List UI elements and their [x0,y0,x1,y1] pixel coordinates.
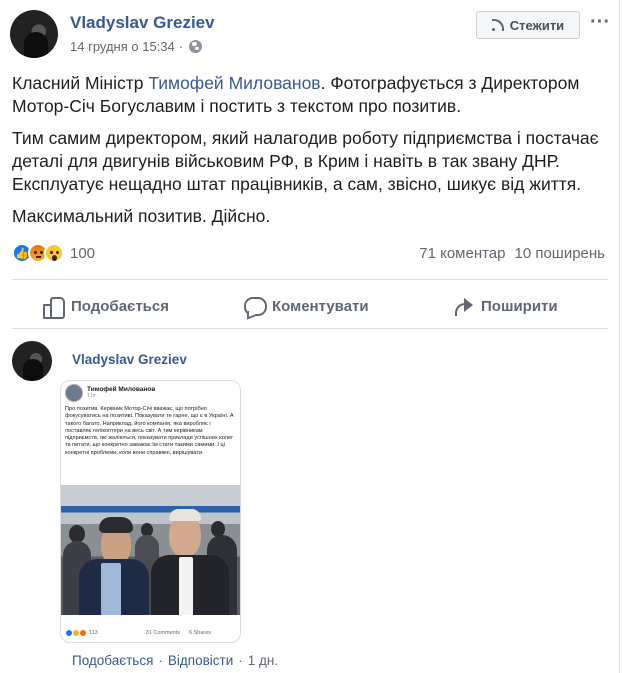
wow-reaction-icon [44,243,64,263]
share-button[interactable]: Поширити [452,290,558,322]
share-label: Поширити [481,297,558,315]
divider [12,328,608,329]
comment-author-name[interactable]: Vladyslav Greziev [72,352,187,367]
share-arrow-icon [452,295,474,317]
post-paragraph-1: Класний Міністр Тимофей Милованов. Фотог… [12,73,580,116]
comment-image-screenshot[interactable]: Тимофей Милованов 1 hr · Про позитив. Ке… [60,380,241,643]
embedded-text: Про позитив. Керівник Мотор-Січі вважає,… [65,406,234,456]
embedded-author: Тимофей Милованов [87,386,156,393]
angry-reaction-icon [80,630,86,636]
reactions-summary[interactable]: 👍 100 [12,243,95,263]
globe-icon [189,40,203,53]
post-meta: 14 грудня о 15:34 · [70,39,203,54]
rss-icon [491,19,504,31]
post-paragraph-2: Тим самим директором, який налагодив роб… [12,128,599,194]
embedded-footer: 113 31 Comments 6 Shares [61,622,240,642]
feed-post: Vladyslav Greziev 14 грудня о 15:34 · Ст… [0,0,620,673]
like-reaction-icon [66,630,72,636]
mention-link[interactable]: Тимофей Милованов [148,73,320,93]
engagement-counts: 71 коментар 10 поширень [419,245,605,262]
like-label: Подобається [71,297,169,315]
comments-count[interactable]: 71 коментар [419,245,505,262]
follow-label: Стежити [509,17,565,33]
comment-author-avatar[interactable] [12,341,52,381]
speech-bubble-icon [243,295,267,317]
comment-actions: Подобається · Відповісти · 1 дн. [72,653,279,668]
embedded-photo [61,485,240,615]
comment-button[interactable]: Коментувати [243,290,369,322]
post-author-name[interactable]: Vladyslav Greziev [70,13,215,33]
post-paragraph-3: Максимальний позитив. Дійсно. [12,206,271,226]
comment-time[interactable]: 1 дн. [248,653,278,668]
embedded-avatar [65,384,83,402]
post-text: Класний Міністр Тимофей Милованов. Фотог… [12,72,612,237]
author-avatar[interactable] [10,10,58,58]
wow-reaction-icon [73,630,79,636]
shares-count[interactable]: 10 поширень [514,245,605,262]
divider [12,279,608,280]
embedded-time: 1 hr · [87,393,99,399]
embedded-post-header: Тимофей Милованов 1 hr · [65,384,155,402]
comment-label: Коментувати [272,297,369,315]
post-timestamp[interactable]: 14 грудня о 15:34 [70,39,175,54]
follow-button[interactable]: Стежити [476,11,580,39]
more-options-icon[interactable]: ··· [589,10,611,34]
comment-reply-link[interactable]: Відповісти [168,653,233,668]
reactions-count[interactable]: 100 [70,245,95,262]
thumbs-up-icon [42,295,65,319]
comment-like-link[interactable]: Подобається [72,653,153,668]
like-button[interactable]: Подобається [42,290,169,322]
